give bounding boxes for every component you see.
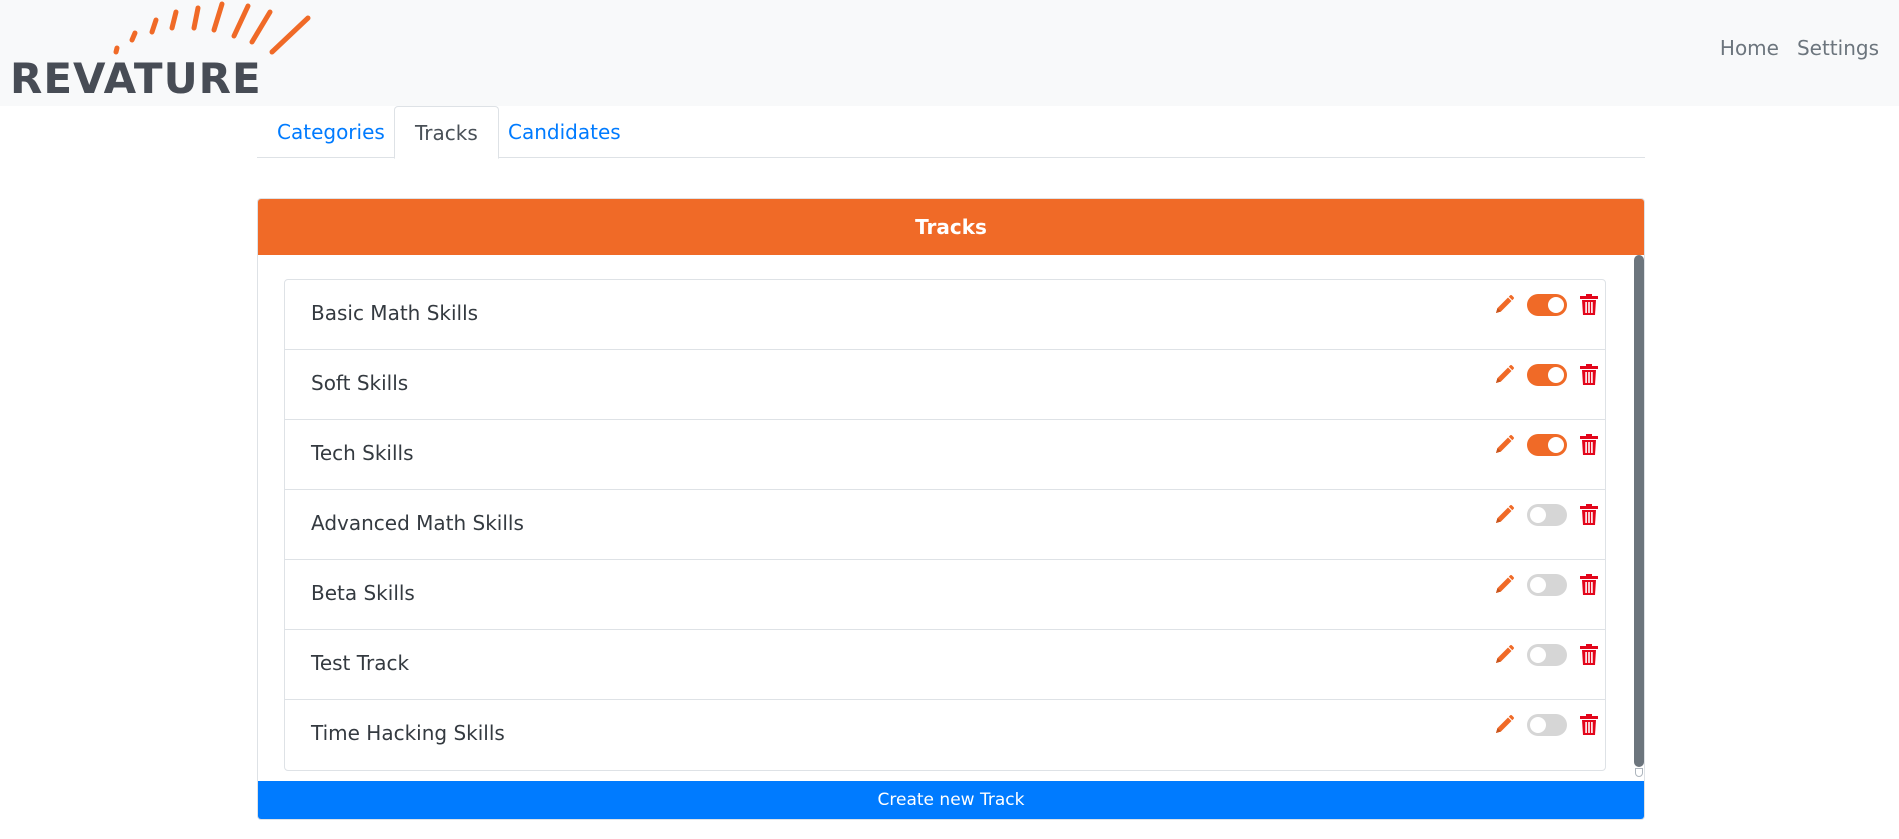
track-enabled-toggle[interactable] <box>1527 574 1567 596</box>
trash-icon[interactable] <box>1579 294 1599 316</box>
track-name: Basic Math Skills <box>311 301 479 325</box>
scrollbar-down-arrow[interactable] <box>1635 768 1643 777</box>
track-list-item-2: Soft Skills <box>285 350 1605 420</box>
track-list-item-4: Advanced Math Skills <box>285 490 1605 560</box>
track-name: Tech Skills <box>311 441 414 465</box>
pencil-icon[interactable] <box>1493 574 1515 596</box>
track-name: Beta Skills <box>311 581 415 605</box>
track-name: Soft Skills <box>311 371 409 395</box>
trash-icon[interactable] <box>1579 364 1599 386</box>
tracks-scroll-area[interactable]: Basic Math Skills Soft Skills Tech Skill… <box>258 255 1644 775</box>
pencil-icon[interactable] <box>1493 364 1515 386</box>
toggle-knob <box>1530 577 1546 593</box>
nav-settings-link[interactable]: Settings <box>1797 36 1879 60</box>
trash-icon[interactable] <box>1579 434 1599 456</box>
pencil-icon[interactable] <box>1493 714 1515 736</box>
trash-icon[interactable] <box>1579 714 1599 736</box>
nav-links: Home Settings <box>1720 36 1879 60</box>
track-list-item-7: Time Hacking Skills <box>285 700 1605 770</box>
track-actions <box>1493 504 1599 526</box>
tracks-list: Basic Math Skills Soft Skills Tech Skill… <box>284 279 1606 771</box>
pencil-icon[interactable] <box>1493 434 1515 456</box>
track-list-item-6: Test Track <box>285 630 1605 700</box>
tracks-scrollbar[interactable] <box>1634 255 1644 779</box>
tab-bar: Categories Tracks Candidates <box>257 106 1645 159</box>
pencil-icon[interactable] <box>1493 294 1515 316</box>
track-enabled-toggle[interactable] <box>1527 364 1567 386</box>
navbar: REVATURE Home Settings <box>0 0 1899 106</box>
revature-logo[interactable]: REVATURE <box>8 0 318 100</box>
track-name: Advanced Math Skills <box>311 511 524 535</box>
track-enabled-toggle[interactable] <box>1527 504 1567 526</box>
trash-icon[interactable] <box>1579 644 1599 666</box>
toggle-knob <box>1548 367 1564 383</box>
scrollbar-thumb[interactable] <box>1634 255 1644 767</box>
logo-text: REVATURE <box>10 54 262 103</box>
trash-icon[interactable] <box>1579 574 1599 596</box>
toggle-knob <box>1530 717 1546 733</box>
pencil-icon[interactable] <box>1493 504 1515 526</box>
track-list-item-3: Tech Skills <box>285 420 1605 490</box>
tab-candidates[interactable]: Candidates <box>488 106 641 158</box>
trash-icon[interactable] <box>1579 504 1599 526</box>
track-actions <box>1493 294 1599 316</box>
track-name: Test Track <box>311 651 410 675</box>
track-enabled-toggle[interactable] <box>1527 714 1567 736</box>
toggle-knob <box>1530 647 1546 663</box>
tracks-card: Tracks Basic Math Skills Soft Skills Tec… <box>257 198 1645 820</box>
track-actions <box>1493 714 1599 736</box>
track-actions <box>1493 434 1599 456</box>
toggle-knob <box>1548 437 1564 453</box>
track-list-item-5: Beta Skills <box>285 560 1605 630</box>
tab-categories[interactable]: Categories <box>257 106 405 158</box>
logo-rays-icon <box>113 1 311 55</box>
tab-tracks[interactable]: Tracks <box>394 106 499 159</box>
track-name: Time Hacking Skills <box>311 721 505 745</box>
track-actions <box>1493 644 1599 666</box>
track-enabled-toggle[interactable] <box>1527 644 1567 666</box>
track-actions <box>1493 364 1599 386</box>
tracks-card-header: Tracks <box>258 199 1644 255</box>
toggle-knob <box>1530 507 1546 523</box>
track-actions <box>1493 574 1599 596</box>
pencil-icon[interactable] <box>1493 644 1515 666</box>
track-enabled-toggle[interactable] <box>1527 294 1567 316</box>
create-new-track-button[interactable]: Create new Track <box>258 781 1644 819</box>
toggle-knob <box>1548 297 1564 313</box>
track-list-item-1: Basic Math Skills <box>285 280 1605 350</box>
track-enabled-toggle[interactable] <box>1527 434 1567 456</box>
nav-home-link[interactable]: Home <box>1720 36 1779 60</box>
